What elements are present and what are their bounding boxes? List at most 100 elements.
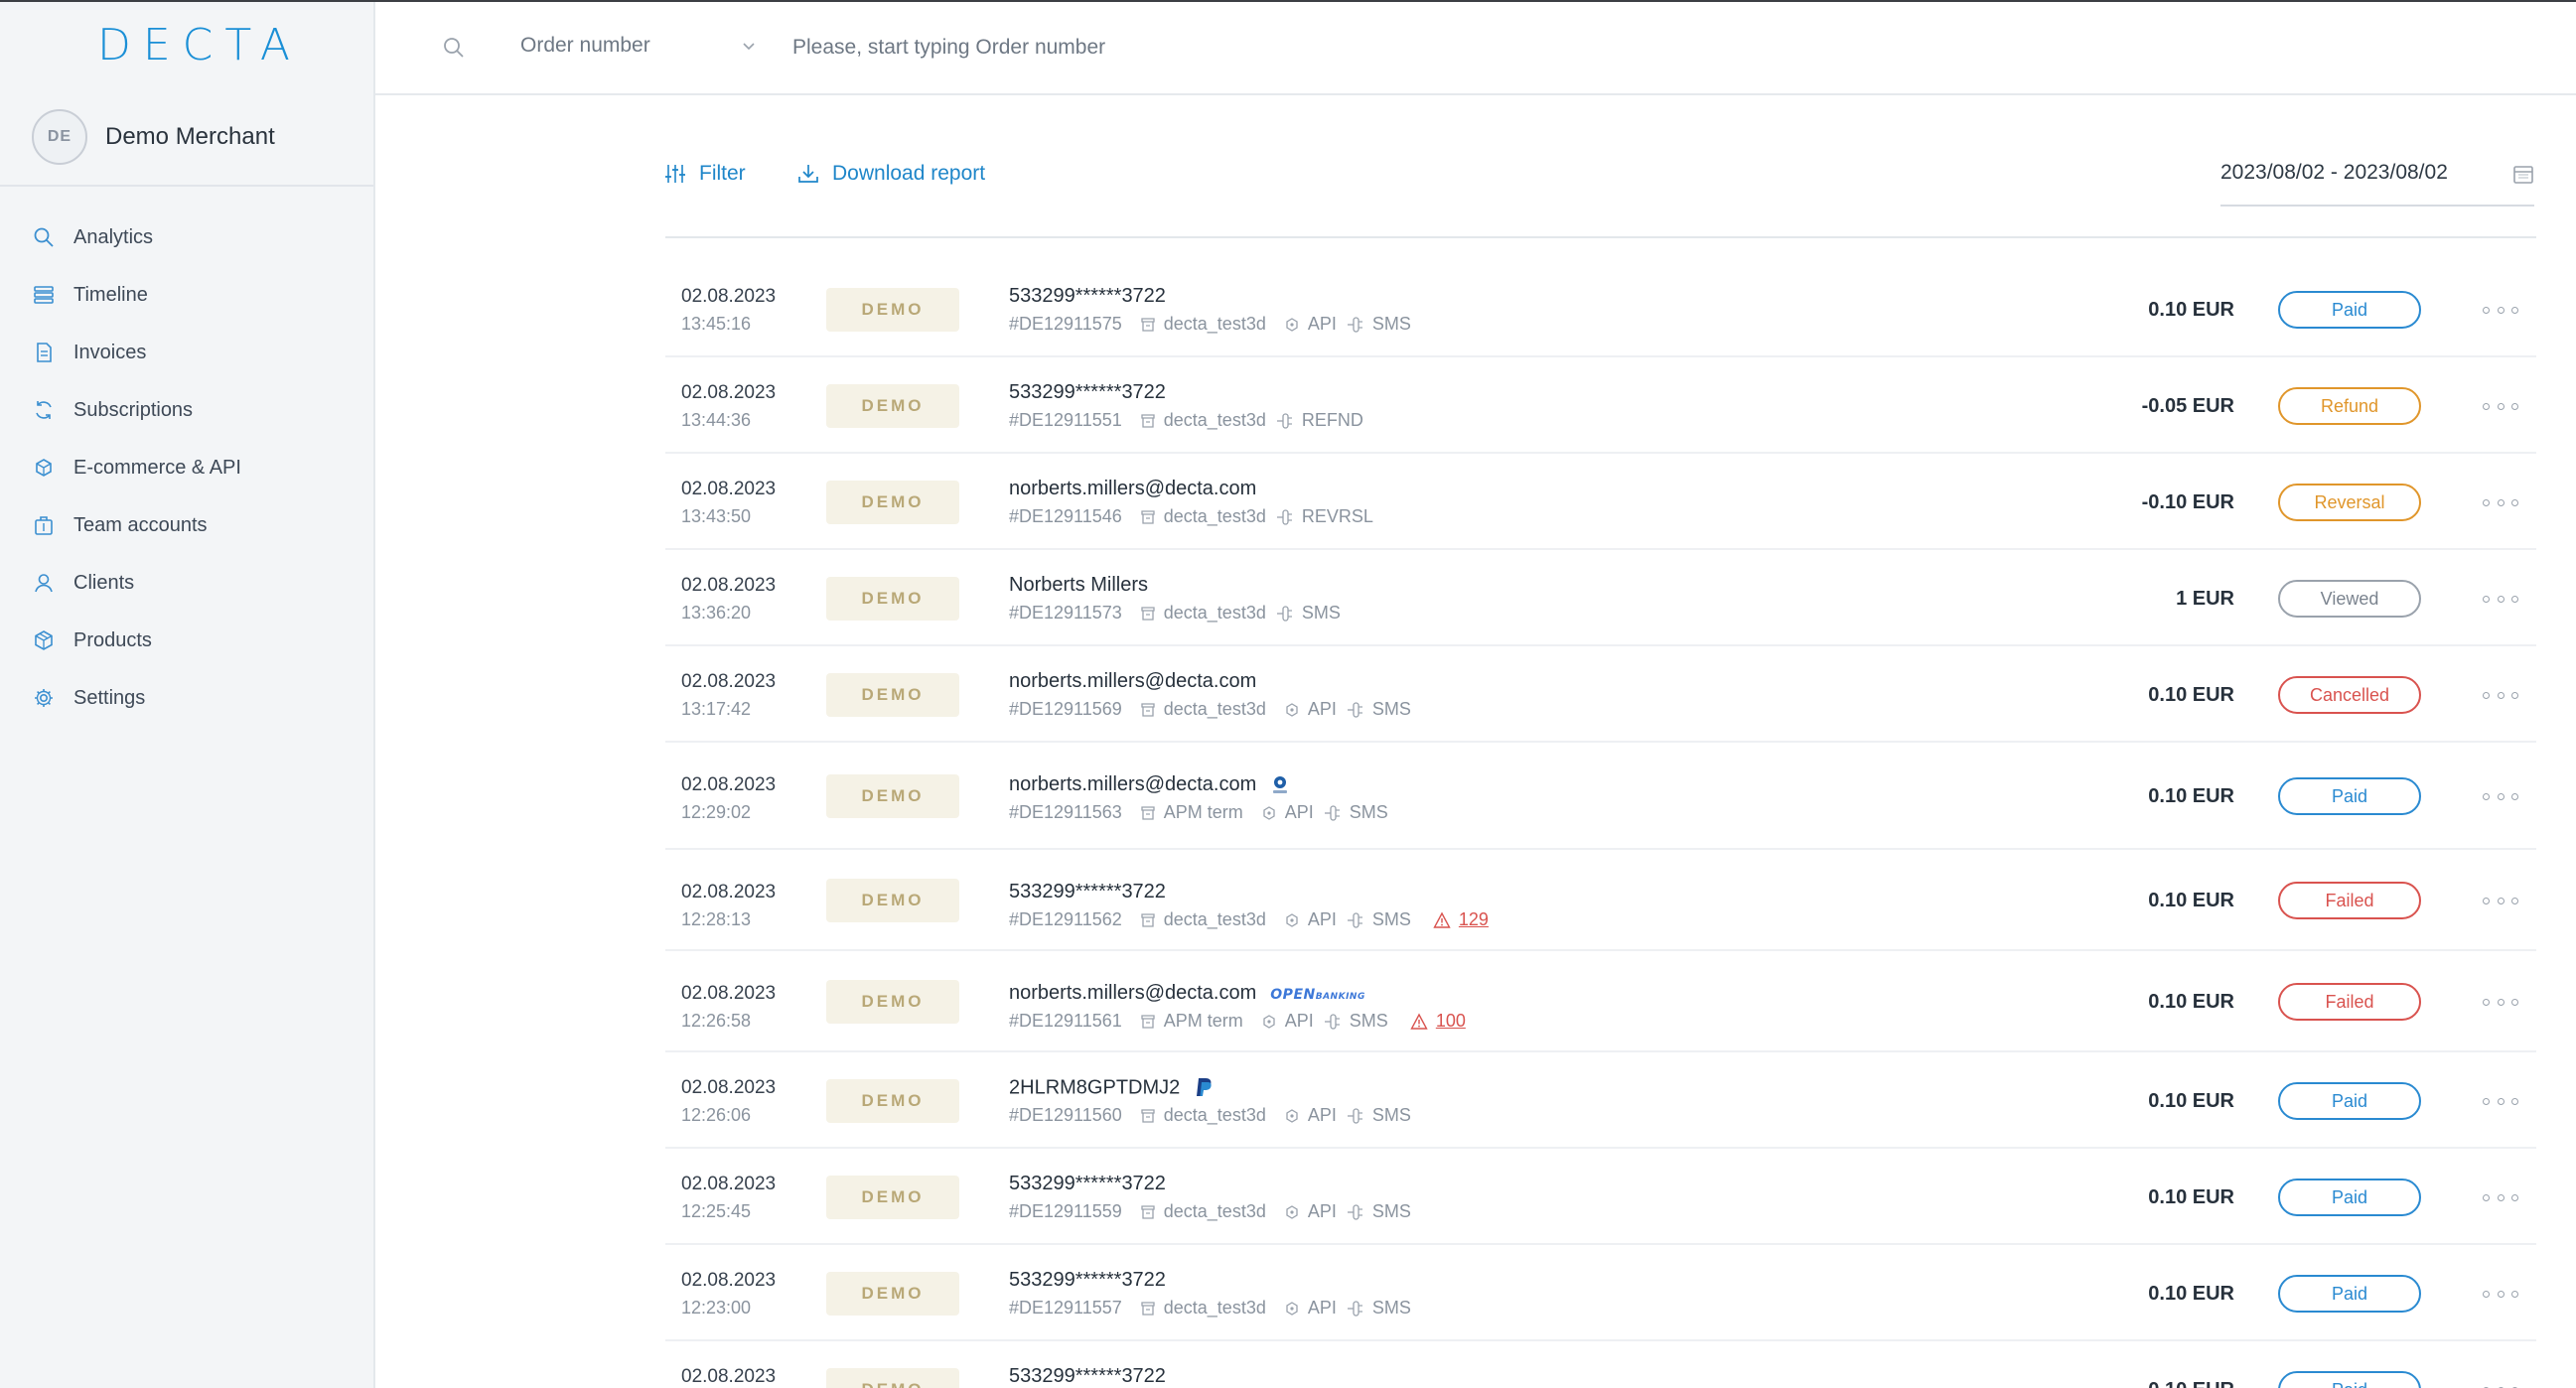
transaction-title[interactable]: norberts.millers@decta.com	[1009, 670, 1256, 693]
channel-info: SMS	[1347, 1105, 1411, 1126]
status-badge[interactable]: Cancelled	[2278, 676, 2421, 714]
api-info: API	[1284, 699, 1337, 720]
dot	[2483, 1097, 2490, 1105]
sidebar-item-label: Analytics	[73, 225, 154, 248]
calendar-icon[interactable]	[2512, 163, 2534, 191]
transaction-title-text: 533299******3722	[1009, 381, 1166, 403]
more-options-icon[interactable]	[2483, 1284, 2518, 1304]
status-badge[interactable]: Reversal	[2278, 484, 2421, 521]
table-row[interactable]: 02.08.2023 12:25:45 DEMO 533299******3722 #D…	[665, 1149, 2536, 1245]
status-badge[interactable]: Paid	[2278, 1179, 2421, 1216]
status-badge[interactable]: Failed	[2278, 983, 2421, 1021]
table-row[interactable]: 02.08.2023 13:36:20 DEMO Norberts Millers #D…	[665, 550, 2536, 646]
chevron-down-icon[interactable]	[739, 36, 759, 56]
terminal-icon	[1141, 805, 1155, 820]
status-badge[interactable]: Failed	[2278, 882, 2421, 919]
sidebar-item-ecommerce-api[interactable]: E-commerce & API	[0, 439, 373, 496]
plug-icon	[1347, 1300, 1362, 1317]
sidebar-item-settings[interactable]: Settings	[0, 669, 373, 727]
transaction-title[interactable]: norberts.millers@decta.com	[1009, 478, 1256, 500]
more-options-icon[interactable]	[2483, 1187, 2518, 1207]
dot	[2511, 1193, 2518, 1201]
more-options-icon[interactable]	[2483, 396, 2518, 416]
table-row[interactable]: 02.08.2023 DEMO 533299******3722 0.10 EUR Pa…	[665, 1341, 2536, 1388]
transaction-title[interactable]: 533299******3722	[1009, 881, 1166, 903]
merchant-profile[interactable]: DE Demo Merchant	[32, 107, 275, 167]
transaction-title[interactable]: 533299******3722	[1009, 1365, 1166, 1388]
table-row[interactable]: 02.08.2023 12:28:13 DEMO 533299******3722 #D…	[665, 850, 2536, 951]
terminal-name: decta_test3d	[1163, 1298, 1266, 1318]
sidebar-item-analytics[interactable]: Analytics	[0, 208, 373, 266]
transaction-title-text: norberts.millers@decta.com	[1009, 670, 1257, 692]
sidebar-item-products[interactable]: Products	[0, 612, 373, 669]
transaction-title-text: Norberts Millers	[1009, 574, 1149, 596]
status-badge[interactable]: Paid	[2278, 291, 2421, 329]
more-options-icon[interactable]	[2483, 992, 2518, 1012]
search-type-select[interactable]: Order number	[520, 34, 650, 58]
terminal-info: decta_test3d	[1140, 909, 1266, 930]
more-options-icon[interactable]	[2483, 891, 2518, 910]
transaction-title-text: norberts.millers@decta.com	[1009, 773, 1257, 795]
terminal-info: decta_test3d	[1140, 506, 1266, 527]
transaction-amount: 0.10 EUR	[2148, 785, 2234, 807]
table-row[interactable]: 02.08.2023 13:44:36 DEMO 533299******3722 #D…	[665, 357, 2536, 454]
terminal-name: decta_test3d	[1163, 699, 1266, 719]
error-code-link[interactable]: 129	[1433, 909, 1489, 930]
search-bar: Order number	[375, 2, 2576, 95]
search-icon[interactable]	[441, 35, 467, 61]
dot	[2497, 691, 2504, 699]
sidebar-item-clients[interactable]: Clients	[0, 554, 373, 612]
table-row[interactable]: 02.08.2023 13:17:42 DEMO norberts.millers@d…	[665, 646, 2536, 743]
layers-icon	[32, 283, 56, 307]
dot	[2511, 595, 2518, 603]
channel-label: SMS	[1371, 1298, 1411, 1318]
search-input[interactable]	[792, 28, 1587, 68]
more-options-icon[interactable]	[2483, 492, 2518, 512]
decta-logo[interactable]: DECTA	[97, 24, 290, 68]
bank-logo-icon	[1273, 775, 1288, 793]
more-options-icon[interactable]	[2483, 589, 2518, 609]
status-badge[interactable]: Viewed	[2278, 580, 2421, 618]
status-badge[interactable]: Paid	[2278, 1082, 2421, 1120]
sidebar: DECTA DE Demo Merchant Analytics Timelin…	[0, 2, 375, 1388]
filter-button[interactable]: Filter	[663, 159, 746, 189]
table-row[interactable]: 02.08.2023 12:26:58 DEMO norberts.millers@d…	[665, 951, 2536, 1052]
transaction-id: #DE12911559	[1009, 1201, 1122, 1221]
table-row[interactable]: 02.08.2023 13:43:50 DEMO norberts.millers@d…	[665, 454, 2536, 550]
more-options-icon[interactable]	[2483, 300, 2518, 320]
transaction-title[interactable]: norberts.millers@decta.com	[1009, 773, 1290, 796]
sidebar-item-subscriptions[interactable]: Subscriptions	[0, 381, 373, 439]
transaction-title[interactable]: 533299******3722	[1009, 381, 1166, 404]
transaction-title[interactable]: Norberts Millers	[1009, 574, 1148, 597]
table-row[interactable]: 02.08.2023 12:26:06 DEMO 2HLRM8GPTDMJ2 #DE12…	[665, 1052, 2536, 1149]
sidebar-item-label: Team accounts	[73, 513, 208, 536]
sidebar-item-timeline[interactable]: Timeline	[0, 266, 373, 324]
transaction-title[interactable]: 533299******3722	[1009, 1269, 1166, 1292]
error-code-link[interactable]: 100	[1410, 1011, 1466, 1032]
more-options-icon[interactable]	[2483, 1380, 2518, 1388]
transaction-meta: #DE12911559 decta_test3d API SMS	[1009, 1201, 1411, 1222]
sidebar-item-team-accounts[interactable]: Team accounts	[0, 496, 373, 554]
channel-info: SMS	[1347, 699, 1411, 720]
status-badge[interactable]: Paid	[2278, 1275, 2421, 1313]
more-options-icon[interactable]	[2483, 1091, 2518, 1111]
table-row[interactable]: 02.08.2023 12:29:02 DEMO norberts.millers@d…	[665, 743, 2536, 850]
channel-label: SMS	[1371, 314, 1411, 334]
sidebar-item-invoices[interactable]: Invoices	[0, 324, 373, 381]
transaction-title[interactable]: 533299******3722	[1009, 1173, 1166, 1195]
transaction-time: 13:17:42	[681, 699, 752, 719]
transaction-title[interactable]: norberts.millers@decta.com OPENBANKING	[1009, 982, 1365, 1005]
table-row[interactable]: 02.08.2023 12:23:00 DEMO 533299******3722 #D…	[665, 1245, 2536, 1341]
status-badge[interactable]: Paid	[2278, 777, 2421, 815]
more-options-icon[interactable]	[2483, 786, 2518, 806]
status-badge[interactable]: Paid	[2278, 1371, 2421, 1388]
transaction-title[interactable]: 533299******3722	[1009, 285, 1166, 308]
status-badge[interactable]: Refund	[2278, 387, 2421, 425]
terminal-icon	[1141, 606, 1155, 621]
download-report-button[interactable]: Download report	[796, 159, 985, 189]
transaction-title[interactable]: 2HLRM8GPTDMJ2	[1009, 1076, 1214, 1100]
date-range-picker[interactable]: 2023/08/02 - 2023/08/02	[2220, 157, 2534, 207]
table-row[interactable]: 02.08.2023 13:45:16 DEMO 533299******3722 #D…	[665, 261, 2536, 357]
more-options-icon[interactable]	[2483, 685, 2518, 705]
sidebar-item-label: Timeline	[73, 283, 148, 306]
